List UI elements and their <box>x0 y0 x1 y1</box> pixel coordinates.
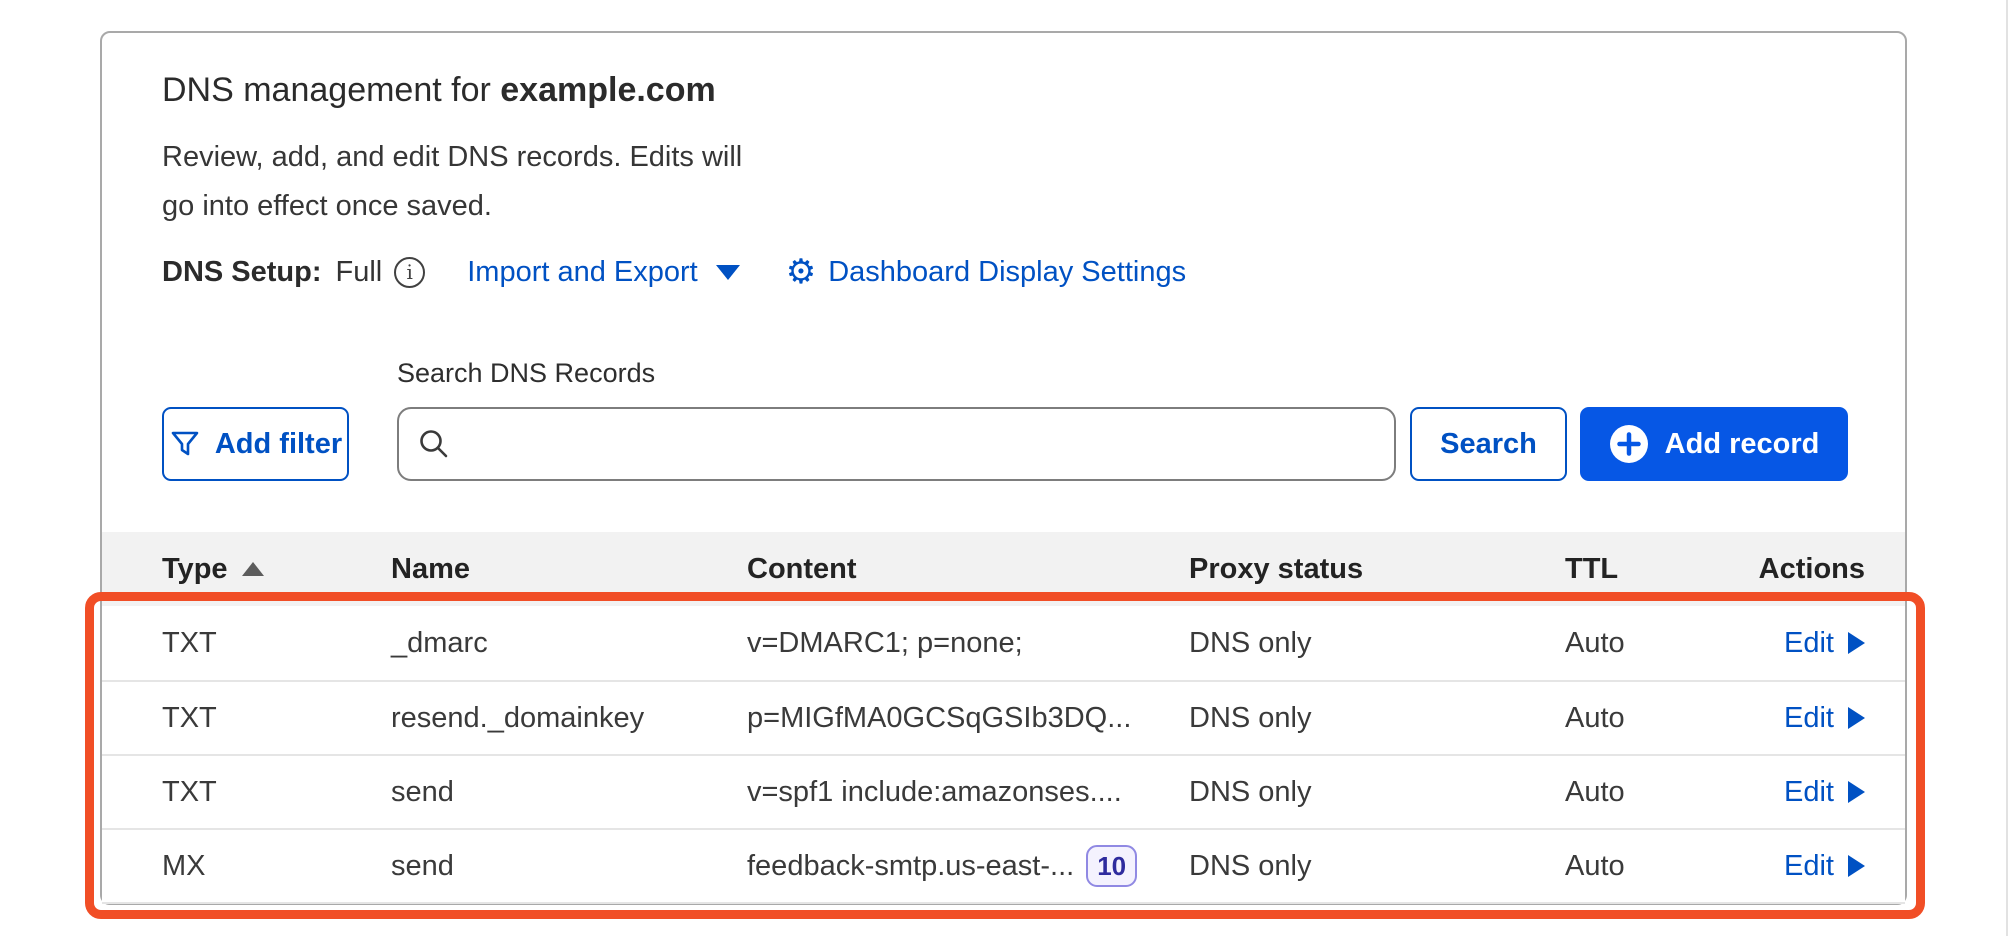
edit-link[interactable]: Edit <box>1784 776 1865 809</box>
import-export-dropdown[interactable]: Import and Export <box>467 256 740 289</box>
search-button[interactable]: Search <box>1410 407 1567 481</box>
chevron-right-icon <box>1848 632 1865 654</box>
cell-actions: Edit <box>1735 627 1865 660</box>
import-export-label: Import and Export <box>467 256 698 289</box>
add-record-label: Add record <box>1665 428 1820 461</box>
record-content-text: feedback-smtp.us-east-... <box>747 850 1074 883</box>
column-header-ttl: TTL <box>1565 553 1735 586</box>
cell-record-type: TXT <box>162 776 391 809</box>
table-row: TXT resend._domainkey p=MIGfMA0GCSqGSIb3… <box>102 680 1905 754</box>
search-box <box>397 407 1396 481</box>
cell-record-name: send <box>391 850 747 883</box>
cell-actions: Edit <box>1735 776 1865 809</box>
cell-proxy-status: DNS only <box>1189 776 1565 809</box>
edit-label: Edit <box>1784 850 1834 883</box>
priority-badge: 10 <box>1086 845 1137 887</box>
cell-record-content: v=DMARC1; p=none; <box>747 627 1189 660</box>
edit-link[interactable]: Edit <box>1784 850 1865 883</box>
table-row: MX send feedback-smtp.us-east-... 10 DNS… <box>102 828 1905 902</box>
chevron-down-icon <box>716 265 740 280</box>
page-title: DNS management for example.com <box>162 71 716 110</box>
add-record-button[interactable]: Add record <box>1580 407 1848 481</box>
table-row: TXT send v=spf1 include:amazonses.... DN… <box>102 754 1905 828</box>
search-icon <box>417 427 451 461</box>
cell-ttl: Auto <box>1565 627 1735 660</box>
record-content-text: p=MIGfMA0GCSqGSIb3DQ... <box>747 702 1131 735</box>
search-field-label: Search DNS Records <box>397 358 655 389</box>
edit-link[interactable]: Edit <box>1784 627 1865 660</box>
cell-record-content: p=MIGfMA0GCSqGSIb3DQ... <box>747 702 1189 735</box>
cell-record-content: v=spf1 include:amazonses.... <box>747 776 1189 809</box>
edit-label: Edit <box>1784 702 1834 735</box>
cell-ttl: Auto <box>1565 702 1735 735</box>
edit-label: Edit <box>1784 627 1834 660</box>
cell-record-type: TXT <box>162 627 391 660</box>
chevron-right-icon <box>1848 855 1865 877</box>
cell-actions: Edit <box>1735 850 1865 883</box>
record-content-text: v=spf1 include:amazonses.... <box>747 776 1122 809</box>
edit-label: Edit <box>1784 776 1834 809</box>
chevron-right-icon <box>1848 707 1865 729</box>
table-body: TXT _dmarc v=DMARC1; p=none; DNS only Au… <box>102 606 1905 904</box>
cell-proxy-status: DNS only <box>1189 627 1565 660</box>
cell-actions: Edit <box>1735 702 1865 735</box>
cell-record-type: MX <box>162 850 391 883</box>
type-header-label: Type <box>162 553 228 586</box>
search-button-label: Search <box>1440 428 1537 461</box>
info-icon[interactable] <box>394 257 425 288</box>
dns-setup-label: DNS Setup: <box>162 256 322 289</box>
filter-funnel-icon <box>169 429 201 459</box>
column-header-type[interactable]: Type <box>162 553 391 586</box>
dns-setup-value: Full <box>336 256 383 289</box>
edit-link[interactable]: Edit <box>1784 702 1865 735</box>
cell-record-name: send <box>391 776 747 809</box>
page-subtitle: Review, add, and edit DNS records. Edits… <box>162 133 742 231</box>
add-filter-button[interactable]: Add filter <box>162 407 349 481</box>
cell-record-content: feedback-smtp.us-east-... 10 <box>747 845 1189 887</box>
cell-proxy-status: DNS only <box>1189 702 1565 735</box>
column-header-name: Name <box>391 553 747 586</box>
subtitle-line-1: Review, add, and edit DNS records. Edits… <box>162 133 742 182</box>
dashboard-display-settings-link[interactable]: ⚙ Dashboard Display Settings <box>786 255 1186 289</box>
cell-ttl: Auto <box>1565 776 1735 809</box>
cell-proxy-status: DNS only <box>1189 850 1565 883</box>
cell-record-name: _dmarc <box>391 627 747 660</box>
column-header-proxy-status: Proxy status <box>1189 553 1565 586</box>
dns-management-card: DNS management for example.com Review, a… <box>100 31 1907 905</box>
gear-icon: ⚙ <box>786 255 816 289</box>
dns-setup-row: DNS Setup: Full Import and Export ⚙ Dash… <box>162 255 1186 289</box>
record-content-text: v=DMARC1; p=none; <box>747 627 1023 660</box>
search-input[interactable] <box>461 409 1376 481</box>
column-header-content: Content <box>747 553 1189 586</box>
plus-circle-icon <box>1609 424 1649 464</box>
display-settings-label: Dashboard Display Settings <box>828 256 1186 289</box>
cell-ttl: Auto <box>1565 850 1735 883</box>
chevron-right-icon <box>1848 781 1865 803</box>
page-title-prefix: DNS management for <box>162 71 500 109</box>
table-row: TXT _dmarc v=DMARC1; p=none; DNS only Au… <box>102 606 1905 680</box>
viewport-edge-line <box>2006 0 2008 936</box>
subtitle-line-2: go into effect once saved. <box>162 182 742 231</box>
column-header-actions: Actions <box>1735 553 1865 586</box>
sort-ascending-icon <box>242 562 264 576</box>
cell-record-name: resend._domainkey <box>391 702 747 735</box>
cell-record-type: TXT <box>162 702 391 735</box>
add-filter-label: Add filter <box>215 428 342 461</box>
domain-name: example.com <box>500 71 715 109</box>
table-header: Type Name Content Proxy status TTL Actio… <box>102 532 1905 606</box>
